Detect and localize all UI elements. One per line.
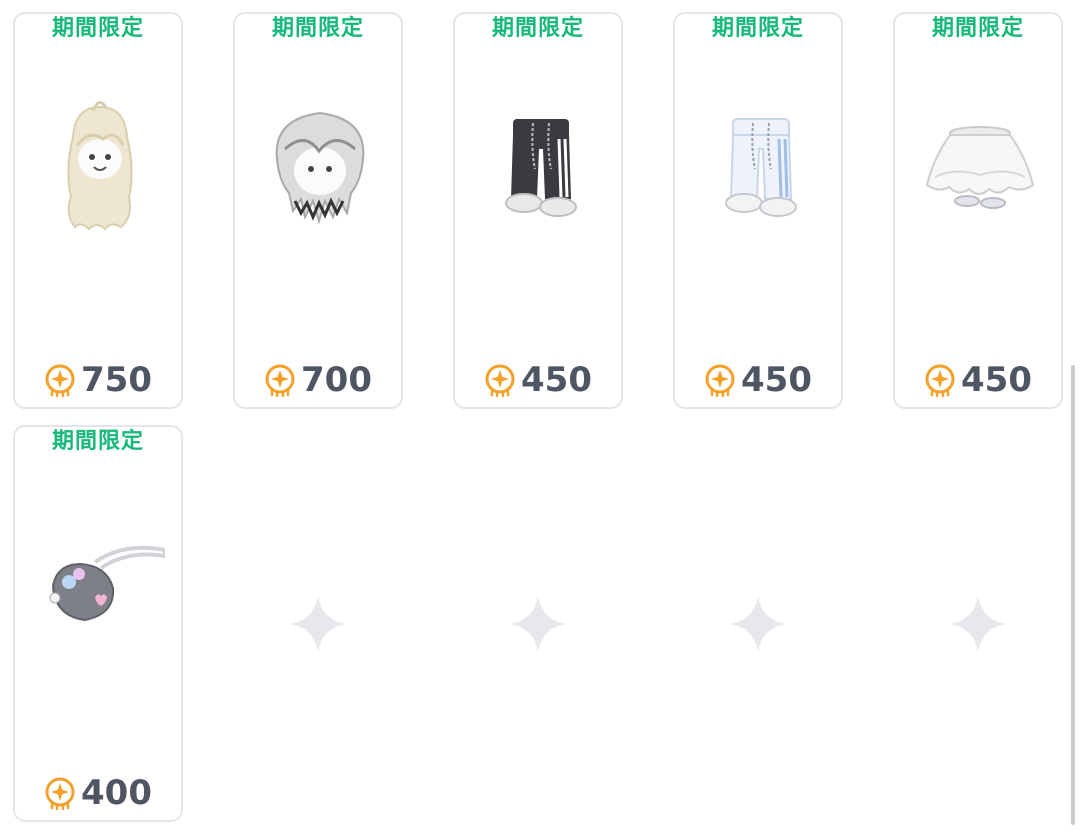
limited-time-badge: 期間限定 <box>491 16 584 41</box>
limited-time-badge: 期間限定 <box>711 16 804 41</box>
sparkle-icon <box>730 595 786 652</box>
limited-time-badge: 期間限定 <box>931 16 1024 41</box>
shop-item-card[interactable]: 期間限定 450 <box>893 12 1063 409</box>
empty-slot[interactable] <box>233 425 403 822</box>
price-row: 450 <box>675 359 841 401</box>
price-row: 750 <box>15 359 181 401</box>
sparkle-icon <box>510 595 566 652</box>
price-value: 450 <box>521 360 592 400</box>
sparkle-icon <box>950 595 1006 652</box>
black-striped-pants-icon <box>505 119 577 217</box>
scrollbar[interactable] <box>1070 0 1076 830</box>
price-row: 700 <box>235 359 401 401</box>
white-striped-pants-icon <box>725 118 797 217</box>
shop-item-card[interactable]: 期間限定 750 <box>13 12 183 409</box>
price-value: 450 <box>961 360 1032 400</box>
empty-slot[interactable] <box>673 425 843 822</box>
sparkle-icon <box>290 595 346 652</box>
scrollbar-thumb[interactable] <box>1071 365 1075 825</box>
shop-item-card[interactable]: 期間限定 450 <box>673 12 843 409</box>
shop-item-card[interactable]: 期間限定 700 <box>233 12 403 409</box>
shaggy-hair-icon <box>275 111 365 225</box>
shop-item-card[interactable]: 期間限定 450 <box>453 12 623 409</box>
long-wavy-hair-icon <box>67 101 133 231</box>
price-row: 450 <box>455 359 621 401</box>
limited-time-badge: 期間限定 <box>271 16 364 41</box>
price-row: 450 <box>895 359 1061 401</box>
coin-icon <box>45 364 75 397</box>
limited-time-badge: 期間限定 <box>51 429 144 454</box>
price-value: 400 <box>81 773 152 813</box>
price-value: 750 <box>81 360 152 400</box>
coin-icon <box>485 364 515 397</box>
coin-icon <box>265 364 295 397</box>
shop-item-card[interactable]: 期間限定 400 <box>13 425 183 822</box>
empty-slot[interactable] <box>893 425 1063 822</box>
gray-pouch-bag-icon <box>49 545 165 622</box>
empty-slot[interactable] <box>453 425 623 822</box>
price-value: 700 <box>301 360 372 400</box>
price-row: 400 <box>15 772 181 814</box>
coin-icon <box>925 364 955 397</box>
coin-icon <box>45 777 75 810</box>
coin-icon <box>705 364 735 397</box>
limited-time-badge: 期間限定 <box>51 16 144 41</box>
price-value: 450 <box>741 360 812 400</box>
white-frilly-skirt-icon <box>925 126 1035 209</box>
shop-grid-page: 期間限定 750 期間限定 700 期間限定 450 期間限定 450 期間限定… <box>0 0 1080 830</box>
